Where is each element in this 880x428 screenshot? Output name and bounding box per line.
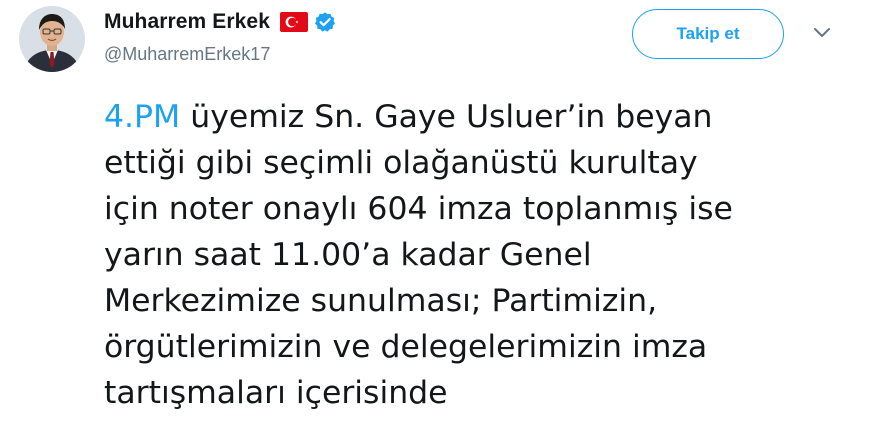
tweet-line: yarın saat 11.00’a kadar Genel	[104, 237, 592, 273]
verified-badge-icon	[314, 11, 336, 33]
author-row: Muharrem Erkek	[104, 9, 336, 35]
tweet-line: için noter onaylı 604 imza toplanmış ise	[104, 191, 733, 227]
tweet-line-text: üyemiz Sn. Gaye Usluer’in beyan	[180, 99, 713, 135]
turkey-flag-icon	[279, 12, 308, 32]
avatar[interactable]	[19, 6, 85, 72]
author-handle[interactable]: @MuharremErkek17	[104, 44, 270, 65]
mention-link[interactable]: 4.PM	[104, 99, 180, 135]
tweet-text: 4.PM üyemiz Sn. Gaye Usluer’in beyan ett…	[104, 94, 864, 416]
tweet-card: Muharrem Erkek @MuharremErkek17 Takip et…	[0, 0, 880, 428]
tweet-line: 4.PM üyemiz Sn. Gaye Usluer’in beyan	[104, 94, 864, 140]
chevron-down-icon[interactable]	[812, 26, 832, 40]
tweet-line: örgütlerimizin ve delegelerimizin imza	[104, 329, 708, 365]
tweet-line: tartışmaları içerisinde	[104, 375, 448, 411]
author-display-name[interactable]: Muharrem Erkek	[104, 10, 270, 34]
tweet-line: Merkezimize sunulması; Partimizin,	[104, 283, 658, 319]
follow-button[interactable]: Takip et	[632, 9, 784, 59]
tweet-line: ettiği gibi seçimli olağanüstü kurultay	[104, 145, 698, 181]
